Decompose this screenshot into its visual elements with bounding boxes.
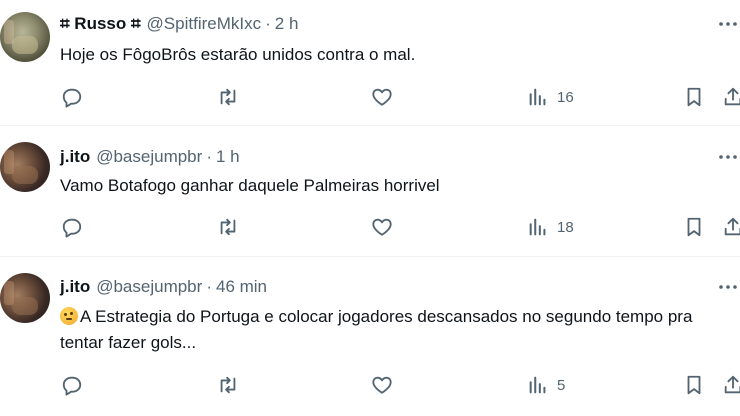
share-icon <box>724 375 740 394</box>
separator-dot: · <box>206 147 212 166</box>
tweet-2[interactable]: j.ito @basejumpbr · 1 h Vamo Botafogo ga… <box>0 126 740 256</box>
share-button[interactable] <box>722 214 740 240</box>
tweet-text: Hoje os FôgoBrôs estarão unidos contra o… <box>60 45 416 64</box>
share-icon <box>724 87 740 106</box>
user-handle[interactable]: @basejumpbr <box>96 277 202 297</box>
retweet-button[interactable] <box>217 214 239 240</box>
reply-icon <box>62 376 82 396</box>
user-handle[interactable]: @SpitfireMkIxc <box>147 14 262 34</box>
reply-icon <box>62 88 82 108</box>
avatar[interactable] <box>0 12 50 62</box>
display-name[interactable]: j.ito <box>60 147 90 167</box>
action-bar: 18 <box>0 214 740 240</box>
share-button[interactable] <box>722 372 740 398</box>
share-icon <box>724 217 740 236</box>
bookmark-button[interactable] <box>683 214 705 240</box>
timestamp[interactable]: 46 min <box>216 277 267 297</box>
heart-icon <box>372 218 392 236</box>
reply-icon <box>62 218 82 238</box>
more-icon[interactable] <box>718 14 738 34</box>
avatar[interactable] <box>0 273 50 323</box>
bookmark-button[interactable] <box>683 372 705 398</box>
action-bar: 5 <box>0 372 740 398</box>
retweet-icon <box>220 88 236 106</box>
thinking-face-emoji <box>60 307 78 325</box>
heart-icon <box>372 88 392 106</box>
tweet-1[interactable]: ⌗ Russo ⌗ @SpitfireMkIxc · 2 h Hoje os F… <box>0 0 740 124</box>
timestamp[interactable]: 1 h <box>216 147 240 167</box>
like-button[interactable] <box>371 214 393 240</box>
retweet-icon <box>220 376 236 394</box>
heart-icon <box>372 376 392 394</box>
like-button[interactable] <box>371 372 393 398</box>
bookmark-button[interactable] <box>683 84 705 110</box>
views-count: 18 <box>557 218 574 236</box>
separator-dot: · <box>265 14 271 33</box>
user-handle[interactable]: @basejumpbr <box>96 147 202 167</box>
tweet-text-content: A Estrategia do Portuga e colocar jogado… <box>60 307 693 352</box>
retweet-button[interactable] <box>217 372 239 398</box>
bookmark-icon <box>687 87 701 107</box>
reply-button[interactable] <box>61 214 83 240</box>
tweet-text: Vamo Botafogo ganhar daquele Palmeiras h… <box>60 176 440 195</box>
action-bar: 16 <box>0 84 740 110</box>
timestamp[interactable]: 2 h <box>275 14 299 34</box>
tweet-text: A Estrategia do Portuga e colocar jogado… <box>60 304 730 356</box>
views-icon <box>529 88 546 106</box>
more-icon[interactable] <box>718 147 738 167</box>
views-button[interactable]: 5 <box>527 372 565 398</box>
tweet-header: j.ito @basejumpbr · 46 min <box>60 276 267 298</box>
views-button[interactable]: 18 <box>527 214 574 240</box>
views-icon <box>529 376 546 394</box>
more-icon[interactable] <box>718 277 738 297</box>
views-count: 5 <box>557 376 566 394</box>
reply-button[interactable] <box>61 372 83 398</box>
reply-button[interactable] <box>61 84 83 110</box>
tweet-header: j.ito @basejumpbr · 1 h <box>60 146 240 168</box>
views-button[interactable]: 16 <box>527 84 574 110</box>
avatar[interactable] <box>0 142 50 192</box>
views-icon <box>529 218 546 236</box>
tweet-header: ⌗ Russo ⌗ @SpitfireMkIxc · 2 h <box>60 13 298 35</box>
retweet-icon <box>220 218 236 236</box>
retweet-button[interactable] <box>217 84 239 110</box>
tweet-3[interactable]: j.ito @basejumpbr · 46 min A Estrategia … <box>0 257 740 416</box>
views-count: 16 <box>557 88 574 106</box>
display-name[interactable]: ⌗ Russo ⌗ <box>60 14 141 34</box>
separator-dot: · <box>206 277 212 296</box>
bookmark-icon <box>687 375 701 395</box>
display-name[interactable]: j.ito <box>60 277 90 297</box>
bookmark-icon <box>687 217 701 237</box>
share-button[interactable] <box>722 84 740 110</box>
like-button[interactable] <box>371 84 393 110</box>
